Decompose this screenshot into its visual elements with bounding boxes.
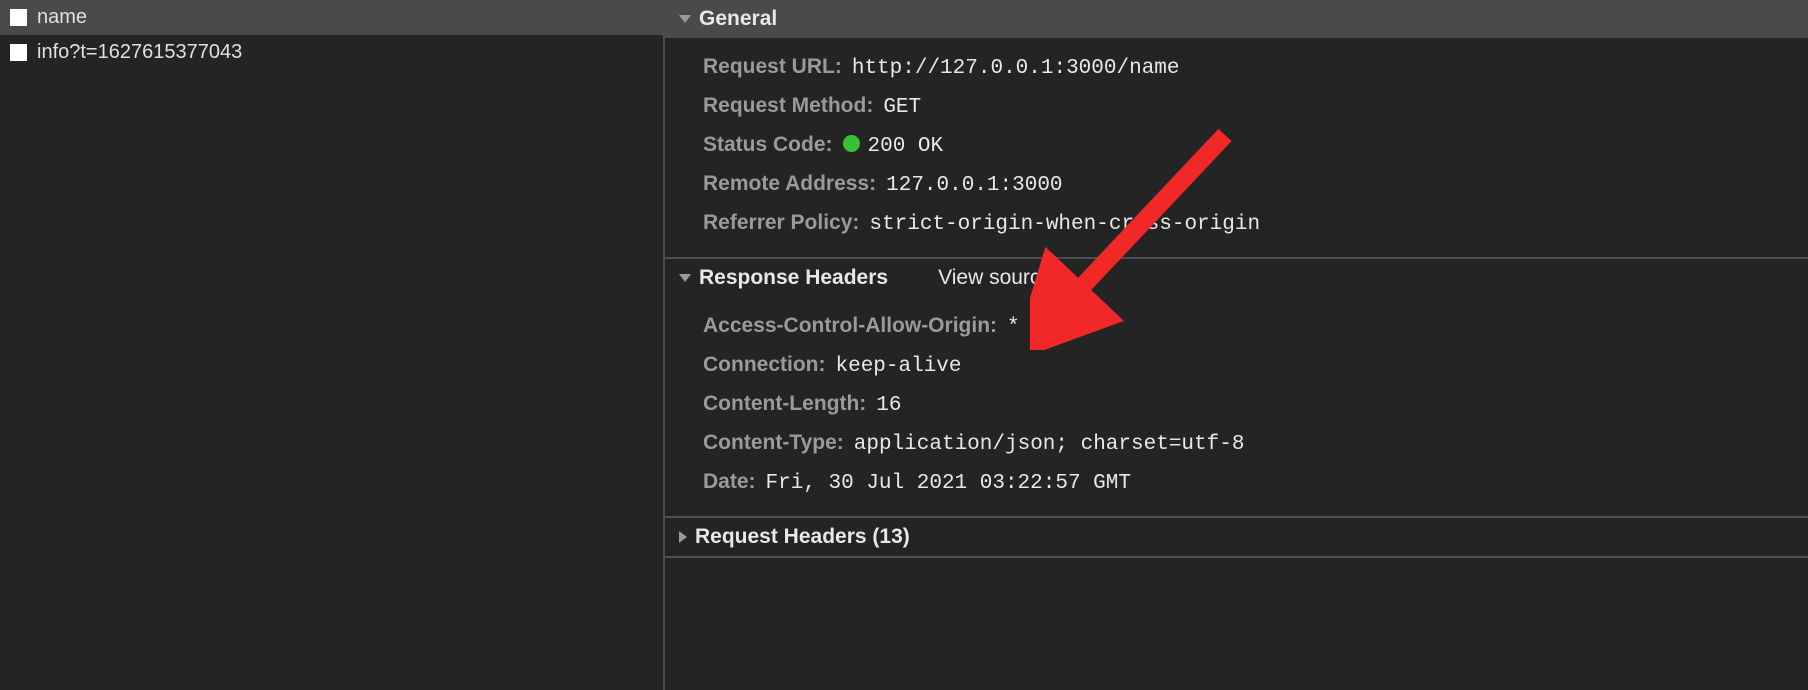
header-row: Connection: keep-alive bbox=[665, 346, 1808, 385]
chevron-down-icon bbox=[679, 274, 691, 282]
header-row: Content-Type: application/json; charset=… bbox=[665, 424, 1808, 463]
header-value: Fri, 30 Jul 2021 03:22:57 GMT bbox=[766, 472, 1131, 495]
view-source-link[interactable]: View source bbox=[938, 266, 1052, 290]
header-label: Remote Address: bbox=[703, 172, 876, 196]
header-label: Connection: bbox=[703, 353, 825, 377]
header-label: Date: bbox=[703, 470, 756, 494]
request-name: name bbox=[37, 6, 87, 29]
header-row: Request Method: GET bbox=[665, 87, 1808, 126]
header-row: Request URL: http://127.0.0.1:3000/name bbox=[665, 48, 1808, 87]
header-value: 127.0.0.1:3000 bbox=[886, 174, 1062, 197]
header-value: strict-origin-when-cross-origin bbox=[869, 213, 1260, 236]
request-row[interactable]: name bbox=[0, 0, 663, 35]
section-title: General bbox=[699, 7, 777, 31]
headers-panel: General Request URL: http://127.0.0.1:30… bbox=[665, 0, 1808, 690]
network-request-list: name info?t=1627615377043 bbox=[0, 0, 665, 690]
section-request-header[interactable]: Request Headers (13) bbox=[665, 518, 1808, 556]
header-value: * bbox=[1007, 316, 1020, 339]
header-row: Remote Address: 127.0.0.1:3000 bbox=[665, 165, 1808, 204]
header-label: Referrer Policy: bbox=[703, 211, 859, 235]
status-dot-icon bbox=[843, 135, 860, 152]
status-text: 200 OK bbox=[868, 135, 944, 158]
section-response-header[interactable]: Response Headers View source bbox=[665, 259, 1808, 297]
header-label: Content-Type: bbox=[703, 431, 844, 455]
header-row: Status Code: 200 OK bbox=[665, 126, 1808, 165]
header-label: Request URL: bbox=[703, 55, 842, 79]
section-general-header[interactable]: General bbox=[665, 0, 1808, 38]
header-row: Referrer Policy: strict-origin-when-cros… bbox=[665, 204, 1808, 243]
chevron-down-icon bbox=[679, 15, 691, 23]
section-general-body: Request URL: http://127.0.0.1:3000/name … bbox=[665, 38, 1808, 257]
request-row[interactable]: info?t=1627615377043 bbox=[0, 35, 663, 70]
section-title: Response Headers bbox=[699, 266, 888, 290]
file-icon bbox=[10, 9, 27, 26]
header-value: keep-alive bbox=[835, 355, 961, 378]
file-icon bbox=[10, 44, 27, 61]
header-value: http://127.0.0.1:3000/name bbox=[852, 57, 1180, 80]
section-response-body: Access-Control-Allow-Origin: * Connectio… bbox=[665, 297, 1808, 516]
header-row: Access-Control-Allow-Origin: * bbox=[665, 307, 1808, 346]
header-value: 16 bbox=[876, 394, 901, 417]
header-row: Content-Length: 16 bbox=[665, 385, 1808, 424]
header-label: Access-Control-Allow-Origin: bbox=[703, 314, 997, 338]
header-row: Date: Fri, 30 Jul 2021 03:22:57 GMT bbox=[665, 463, 1808, 502]
chevron-right-icon bbox=[679, 531, 687, 543]
header-value: GET bbox=[883, 96, 921, 119]
header-value: application/json; charset=utf-8 bbox=[854, 433, 1245, 456]
header-label: Content-Length: bbox=[703, 392, 866, 416]
header-label: Status Code: bbox=[703, 133, 833, 157]
header-value: 200 OK bbox=[843, 135, 944, 158]
header-label: Request Method: bbox=[703, 94, 873, 118]
section-title: Request Headers (13) bbox=[695, 525, 910, 549]
request-name: info?t=1627615377043 bbox=[37, 41, 242, 64]
